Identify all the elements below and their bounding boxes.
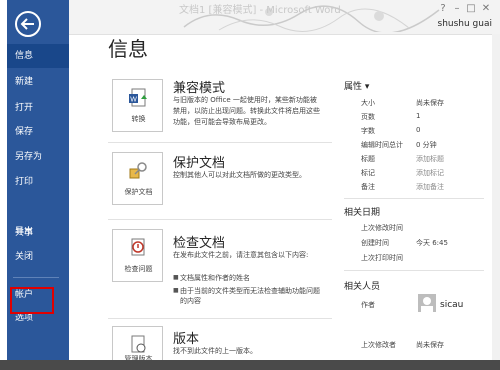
protect-label: 保护文档 xyxy=(124,188,153,196)
prop-label-title: 标题 xyxy=(361,155,375,163)
backstage-sidebar: 信息 新建 打开 保存 另存为 打印 共享 导出 关闭 帐户 选项 xyxy=(7,0,69,360)
prop-label-pages: 页数 xyxy=(361,113,375,121)
section-divider xyxy=(108,142,332,143)
nav-item-new[interactable]: 新建 xyxy=(7,70,69,94)
page-title: 信息 xyxy=(108,37,148,61)
maximize-button[interactable]: □ xyxy=(466,4,476,14)
prop-label-comments: 备注 xyxy=(361,183,375,191)
prop-value-words: 0 xyxy=(416,126,421,134)
inspect-bullet: 由于当前的文件类型而无法检查辅助功能问题的内容 xyxy=(173,286,320,306)
backstage-window: 信息 新建 打开 保存 另存为 打印 共享 导出 关闭 帐户 选项 文档1 [兼… xyxy=(0,0,500,370)
avatar xyxy=(418,294,436,312)
prop-value-size: 尚未保存 xyxy=(416,99,444,107)
section-divider xyxy=(108,318,332,319)
prop-label-edit-time: 编辑时间总计 xyxy=(361,141,403,149)
prop-label-created: 创建时间 xyxy=(361,239,389,247)
prop-value-tags[interactable]: 添加标记 xyxy=(416,168,444,178)
versions-title: 版本 xyxy=(173,332,200,347)
nav-item-info[interactable]: 信息 xyxy=(7,44,69,68)
window-bottom-edge xyxy=(0,360,500,370)
section-divider xyxy=(108,219,332,220)
compat-description: 与旧版本的 Office 一起使用时，某些新功能被禁用，以防止出现问题。转换此文… xyxy=(173,96,320,126)
nav-item-open[interactable]: 打开 xyxy=(7,96,69,120)
inspect-title: 检查文档 xyxy=(173,236,226,251)
word-document-icon: W xyxy=(129,88,147,107)
versions-icon xyxy=(131,335,146,353)
prop-label-tags: 标记 xyxy=(361,169,375,177)
nav-item-print[interactable]: 打印 xyxy=(7,170,69,194)
convert-label: 转换 xyxy=(131,115,146,123)
protect-document-button[interactable]: 保护文档 xyxy=(112,152,163,205)
nav-item-share-alt xyxy=(7,195,69,219)
title-bar: 文档1 [兼容模式] - Microsoft Word ? – □ ✕ shus… xyxy=(69,0,500,35)
versions-description: 找不到此文件的上一版本。 xyxy=(173,347,257,355)
chevron-down-icon: ▾ xyxy=(362,82,370,92)
properties-divider xyxy=(344,198,484,199)
key-lock-icon xyxy=(129,162,147,179)
prop-label-size: 大小 xyxy=(361,99,375,107)
prop-value-pages: 1 xyxy=(416,112,421,120)
related-people-heading: 相关人员 xyxy=(344,282,381,292)
nav-item-save[interactable]: 保存 xyxy=(7,120,69,144)
prop-label-modified: 上次修改时间 xyxy=(361,224,403,232)
help-button[interactable]: ? xyxy=(438,4,448,14)
prop-value-comments[interactable]: 添加备注 xyxy=(416,182,444,192)
check-issues-button[interactable]: 检查问题 xyxy=(112,229,163,282)
inspect-document-icon xyxy=(131,238,145,256)
nav-item-save-as[interactable]: 另存为 xyxy=(7,145,69,169)
svg-text:W: W xyxy=(130,97,137,104)
properties-heading-label: 属性 xyxy=(344,82,363,92)
protect-description: 控制其他人可以对此文档所做的更改类型。 xyxy=(173,171,306,179)
window-title: 文档1 [兼容模式] - Microsoft Word xyxy=(179,5,341,16)
prop-value-title[interactable]: 添加标题 xyxy=(416,154,444,164)
minimize-button[interactable]: – xyxy=(452,4,462,14)
convert-button[interactable]: W 转换 xyxy=(112,79,163,132)
user-name[interactable]: shushu guai xyxy=(438,19,493,29)
prop-label-last-modified-by: 上次修改者 xyxy=(361,341,396,349)
properties-divider xyxy=(344,270,484,271)
prop-label-words: 字数 xyxy=(361,127,375,135)
inspect-description: 在发布此文件之前，请注意其包含以下内容: xyxy=(173,251,309,259)
prop-value-created: 今天 6:45 xyxy=(416,239,448,247)
scrollbar[interactable] xyxy=(492,34,500,360)
prop-value-last-modified-by: 尚未保存 xyxy=(416,341,444,349)
author-name[interactable]: sicau xyxy=(440,300,463,310)
inspect-bullet: 文档属性和作者的姓名 xyxy=(173,273,320,283)
nav-divider xyxy=(13,277,59,278)
prop-value-edit-time: 0 分钟 xyxy=(416,141,437,149)
person-icon xyxy=(421,297,433,312)
back-arrow-icon[interactable] xyxy=(13,9,43,39)
protect-title: 保护文档 xyxy=(173,156,226,171)
related-dates-heading: 相关日期 xyxy=(344,208,381,218)
properties-heading[interactable]: 属性 ▾ xyxy=(344,79,369,92)
check-issues-label: 检查问题 xyxy=(124,265,153,273)
prop-label-printed: 上次打印时间 xyxy=(361,254,403,262)
compat-title: 兼容模式 xyxy=(173,81,226,96)
close-button[interactable]: ✕ xyxy=(481,4,491,14)
nav-item-export[interactable]: 导出 xyxy=(7,220,69,244)
prop-label-author: 作者 xyxy=(361,301,375,309)
account-highlight-box xyxy=(10,287,54,314)
nav-item-close[interactable]: 关闭 xyxy=(7,245,69,269)
